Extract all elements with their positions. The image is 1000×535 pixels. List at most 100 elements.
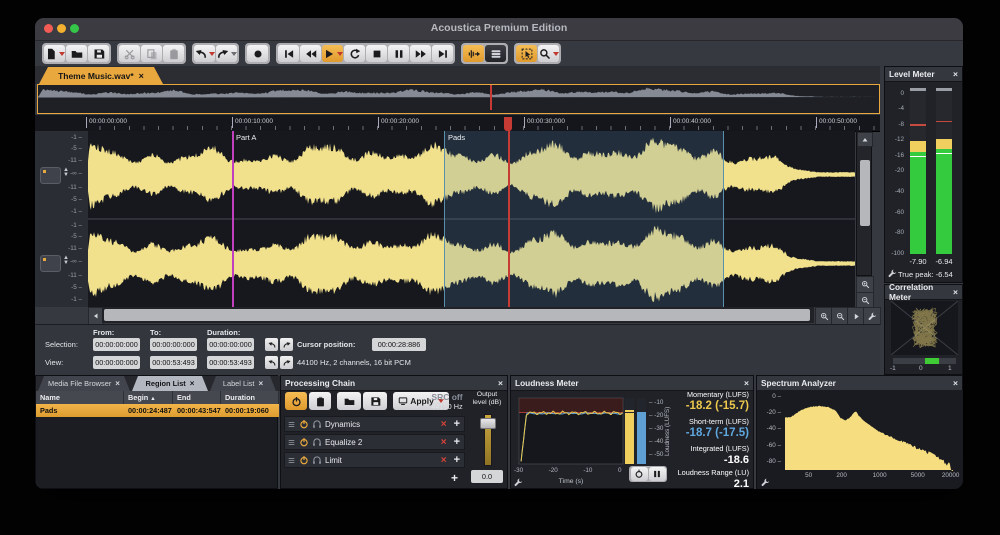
chain-copy-button[interactable] (309, 392, 331, 410)
loudness-meter-close-button[interactable]: × (744, 379, 749, 387)
overview-waveform[interactable] (37, 84, 880, 114)
remove-effect-icon[interactable]: × (441, 419, 447, 430)
waveform-view-button[interactable] (463, 45, 484, 62)
drag-handle-icon[interactable] (287, 438, 296, 447)
open-file-button[interactable] (66, 45, 87, 62)
tracks-view-button[interactable] (485, 45, 506, 62)
column-header-begin[interactable]: Begin ▲ (124, 391, 173, 404)
channel-1-select-button[interactable] (40, 167, 61, 184)
spectrum-settings-button[interactable] (761, 478, 770, 487)
table-row[interactable]: Pads00:00:24:48700:00:43:54700:00:19:060 (36, 404, 279, 417)
fast-forward-button[interactable] (410, 45, 431, 62)
waveform-editor[interactable]: Part APads (88, 131, 855, 307)
chain-save-button[interactable] (363, 392, 387, 410)
spectrum-analyzer-close-button[interactable]: × (953, 379, 958, 387)
undo-button[interactable] (194, 45, 215, 62)
view-time-field[interactable]: 00:00:53:493 (207, 356, 254, 369)
channel-2-select-button[interactable] (40, 255, 61, 272)
window-zoom-button[interactable] (70, 24, 79, 33)
remove-effect-icon[interactable]: × (441, 437, 447, 448)
stop-button[interactable] (366, 45, 387, 62)
insert-effect-icon[interactable]: + (454, 454, 460, 466)
vertical-scroll-thumb[interactable] (860, 160, 870, 226)
chain-power-button[interactable] (285, 392, 307, 410)
drag-handle-icon[interactable] (287, 420, 296, 429)
pause-button[interactable] (388, 45, 409, 62)
column-header-name[interactable]: Name (36, 391, 124, 404)
column-header-end[interactable]: End (173, 391, 221, 404)
chain-load-button[interactable] (337, 392, 361, 410)
playhead-handle[interactable] (504, 117, 512, 131)
correlation-meter-close-button[interactable]: × (953, 288, 958, 296)
level-settings-button[interactable] (888, 269, 897, 278)
effect-monitor-icon[interactable] (312, 437, 322, 447)
window-minimize-button[interactable] (57, 24, 66, 33)
chain-item-equalize-2[interactable]: Equalize 2 × + (284, 434, 465, 450)
insert-effect-icon[interactable]: + (454, 418, 460, 430)
tab-label-list[interactable]: Label List× (210, 376, 276, 391)
play-button[interactable] (322, 45, 343, 62)
loudness-reset-button[interactable] (631, 467, 648, 481)
view-undo-button[interactable] (265, 356, 278, 369)
wave-settings-button[interactable] (863, 307, 881, 325)
view-time-field[interactable]: 00:00:53:493 (150, 356, 197, 369)
vertical-scrollbar[interactable] (856, 131, 872, 276)
chain-item-dynamics[interactable]: Dynamics × + (284, 416, 465, 432)
tab-region-list[interactable]: Region List× (132, 376, 208, 391)
loudness-settings-button[interactable] (514, 478, 523, 487)
file-tab[interactable]: Theme Music.wav* × (39, 67, 163, 84)
tab-close-icon[interactable]: × (258, 379, 263, 388)
effect-power-icon[interactable] (299, 419, 309, 429)
file-tab-close-icon[interactable]: × (139, 71, 144, 81)
selection-time-field[interactable]: 00:00:00:000 (207, 338, 254, 351)
zoom-in-vertical-button[interactable] (856, 276, 874, 293)
output-slider-handle[interactable] (480, 418, 496, 429)
tab-close-icon[interactable]: × (115, 379, 120, 388)
loop-button[interactable] (344, 45, 365, 62)
new-file-dropdown-icon[interactable] (59, 52, 65, 56)
chain-item-limit[interactable]: Limit × + (284, 452, 465, 468)
region-selection-overlay[interactable] (444, 131, 724, 307)
redo-button[interactable] (216, 45, 237, 62)
play-dropdown-icon[interactable] (337, 52, 343, 56)
effect-power-icon[interactable] (299, 455, 309, 465)
tab-close-icon[interactable]: × (190, 379, 195, 388)
tab-media-file-browser[interactable]: Media File Browser× (38, 376, 130, 391)
rewind-button[interactable] (300, 45, 321, 62)
part-a-marker-line[interactable] (232, 131, 234, 307)
horizontal-scroll-thumb[interactable] (104, 309, 810, 321)
copy-button[interactable] (141, 45, 162, 62)
save-file-button[interactable] (88, 45, 109, 62)
go-to-end-button[interactable] (432, 45, 453, 62)
view-time-field[interactable]: 00:00:00:000 (93, 356, 140, 369)
cursor-position-field[interactable]: 00:00:28:886 (372, 338, 426, 351)
remove-effect-icon[interactable]: × (441, 455, 447, 466)
effect-power-icon[interactable] (299, 437, 309, 447)
record-button[interactable] (247, 45, 268, 62)
selection-time-field[interactable]: 00:00:00:000 (150, 338, 197, 351)
selection-time-field[interactable]: 00:00:00:000 (93, 338, 140, 351)
column-header-duration[interactable]: Duration (221, 391, 279, 404)
view-redo-button[interactable] (280, 356, 293, 369)
drag-handle-icon[interactable] (287, 456, 296, 465)
add-effect-button[interactable]: + (451, 471, 458, 485)
cut-button[interactable] (119, 45, 140, 62)
processing-chain-close-button[interactable]: × (498, 379, 503, 387)
scroll-up-button[interactable] (857, 132, 873, 147)
insert-effect-icon[interactable]: + (454, 436, 460, 448)
paste-button[interactable] (163, 45, 184, 62)
new-file-button[interactable] (44, 45, 65, 62)
level-meter-close-button[interactable]: × (953, 70, 958, 78)
timeline-ruler[interactable]: 00:00:00:00000:00:10:00000:00:20:00000:0… (35, 115, 880, 132)
zoom-tool-dropdown-icon[interactable] (553, 52, 559, 56)
loudness-pause-button[interactable] (649, 467, 666, 481)
selection-tool-button[interactable] (516, 45, 537, 62)
effect-monitor-icon[interactable] (312, 419, 322, 429)
undo-dropdown-icon[interactable] (209, 52, 215, 56)
selection-undo-button[interactable] (265, 338, 278, 351)
selection-redo-button[interactable] (280, 338, 293, 351)
redo-dropdown-icon[interactable] (231, 52, 237, 56)
go-to-start-button[interactable] (278, 45, 299, 62)
window-close-button[interactable] (44, 24, 53, 33)
output-level-value[interactable]: 0.0 (471, 470, 503, 483)
